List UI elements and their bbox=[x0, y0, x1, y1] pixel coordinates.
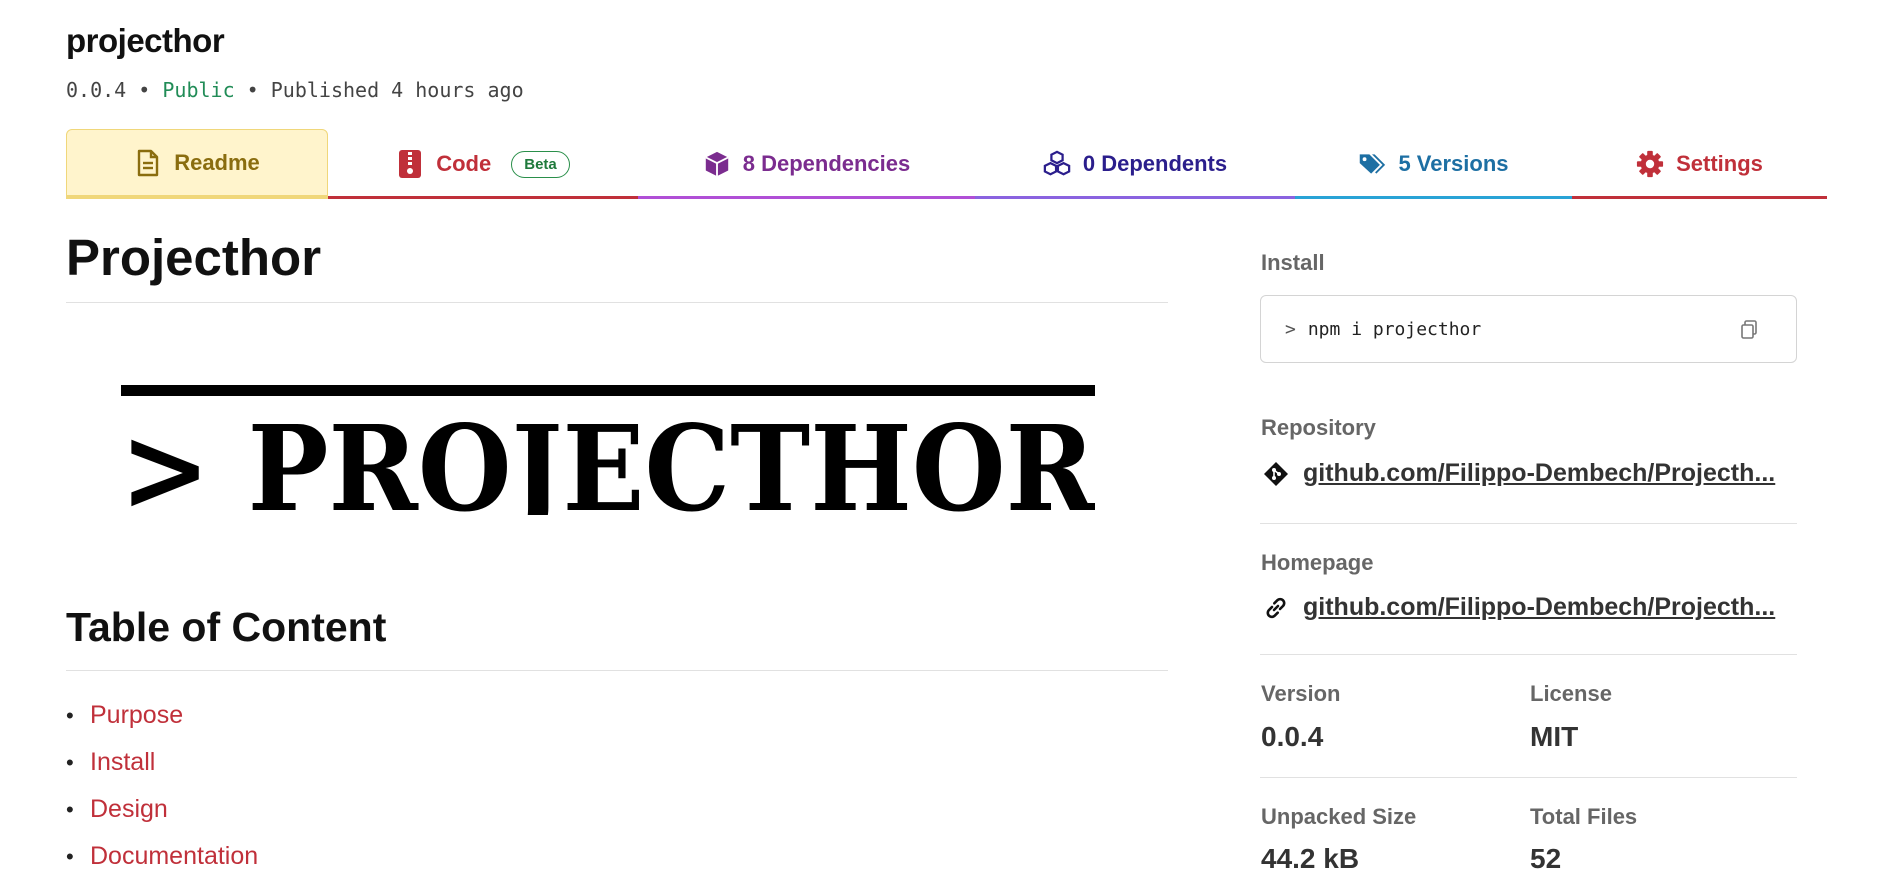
versions-tags-icon bbox=[1358, 150, 1386, 178]
toc-heading: Table of Content bbox=[66, 604, 387, 650]
prompt-chevron-icon: > bbox=[1285, 318, 1296, 340]
version-value: 0.0.4 bbox=[1261, 721, 1324, 752]
link-icon bbox=[1263, 595, 1289, 621]
toc-list: • Purpose • Install • Design • Documentation bbox=[66, 692, 258, 870]
repository-label: Repository bbox=[1261, 415, 1376, 440]
toc-link-design[interactable]: Design bbox=[90, 795, 168, 824]
install-label: Install bbox=[1261, 250, 1325, 275]
package-visibility: Public bbox=[162, 78, 235, 102]
package-published: Published 4 hours ago bbox=[270, 78, 524, 102]
tab-dependencies[interactable]: 8 Dependencies bbox=[638, 129, 975, 199]
dependencies-box-icon bbox=[703, 150, 731, 178]
install-command-box[interactable]: > npm i projecthor bbox=[1260, 295, 1797, 363]
install-command: npm i projecthor bbox=[1307, 318, 1482, 340]
package-meta: 0.0.4 • Public • Published 4 hours ago bbox=[66, 78, 524, 102]
tab-readme[interactable]: Readme bbox=[66, 129, 328, 199]
tab-label: Readme bbox=[174, 149, 260, 175]
list-item: • Design bbox=[66, 795, 168, 824]
tab-label: Settings bbox=[1676, 151, 1763, 176]
homepage-link[interactable]: github.com/Filippo-Dembech/Projecth... bbox=[1303, 593, 1775, 622]
sidebar-divider bbox=[1260, 654, 1797, 655]
homepage-link-row: github.com/Filippo-Dembech/Projecth... bbox=[1263, 593, 1775, 622]
package-tabs: Readme Code Beta 8 Dependencies 0 Depend… bbox=[66, 129, 1827, 199]
list-item: • Purpose bbox=[66, 701, 184, 730]
tab-label: 8 Dependencies bbox=[742, 151, 911, 176]
settings-gear-icon bbox=[1636, 150, 1664, 178]
git-icon bbox=[1263, 461, 1289, 487]
list-item: • Install bbox=[66, 748, 156, 777]
total-files-label: Total Files bbox=[1530, 804, 1638, 829]
toc-link-documentation[interactable]: Documentation bbox=[90, 842, 258, 870]
package-version: 0.0.4 bbox=[66, 78, 127, 102]
tab-underline-code bbox=[328, 196, 638, 199]
tab-dependents[interactable]: 0 Dependents bbox=[975, 129, 1295, 199]
tab-underline-settings bbox=[1572, 196, 1827, 199]
title-divider bbox=[66, 302, 1168, 303]
repository-link[interactable]: github.com/Filippo-Dembech/Projecth... bbox=[1303, 459, 1775, 488]
tab-label: 5 Versions bbox=[1398, 151, 1509, 176]
tab-label: 0 Dependents bbox=[1082, 151, 1228, 176]
list-item: • Documentation bbox=[66, 842, 259, 870]
license-label: License bbox=[1530, 681, 1612, 706]
homepage-label: Homepage bbox=[1261, 550, 1374, 575]
svg-text:> PROJECTHOR: > PROJECTHOR bbox=[120, 399, 1095, 515]
meta-separator: • bbox=[246, 78, 259, 102]
unpacked-size-label: Unpacked Size bbox=[1261, 804, 1417, 829]
toc-link-purpose[interactable]: Purpose bbox=[90, 701, 183, 730]
code-zip-icon bbox=[396, 150, 424, 178]
projecthor-logo: > PROJECTHOR bbox=[120, 385, 1095, 515]
total-files-value: 52 bbox=[1530, 843, 1562, 870]
license-value: MIT bbox=[1530, 721, 1579, 752]
unpacked-size-value: 44.2 kB bbox=[1261, 843, 1360, 870]
copy-icon[interactable] bbox=[1740, 320, 1758, 340]
tab-settings[interactable]: Settings bbox=[1572, 129, 1827, 199]
dependents-boxes-icon bbox=[1043, 150, 1071, 178]
tab-code[interactable]: Code Beta bbox=[328, 129, 638, 199]
tab-label: Code bbox=[436, 151, 492, 176]
meta-separator: • bbox=[138, 78, 151, 102]
readme-title: Projecthor bbox=[66, 229, 322, 286]
toc-link-install[interactable]: Install bbox=[90, 748, 155, 777]
sidebar-divider bbox=[1260, 777, 1797, 778]
toc-divider bbox=[66, 670, 1168, 671]
tab-versions[interactable]: 5 Versions bbox=[1295, 129, 1572, 199]
sidebar-divider bbox=[1260, 523, 1797, 524]
tab-underline-dependents bbox=[975, 196, 1295, 199]
repository-link-row: github.com/Filippo-Dembech/Projecth... bbox=[1263, 459, 1775, 488]
tab-underline-versions bbox=[1295, 196, 1572, 199]
version-label: Version bbox=[1261, 681, 1341, 706]
readme-file-icon bbox=[134, 149, 162, 177]
beta-badge: Beta bbox=[511, 150, 570, 178]
tab-underline-dependencies bbox=[638, 196, 975, 199]
package-name: projecthor bbox=[66, 22, 225, 59]
